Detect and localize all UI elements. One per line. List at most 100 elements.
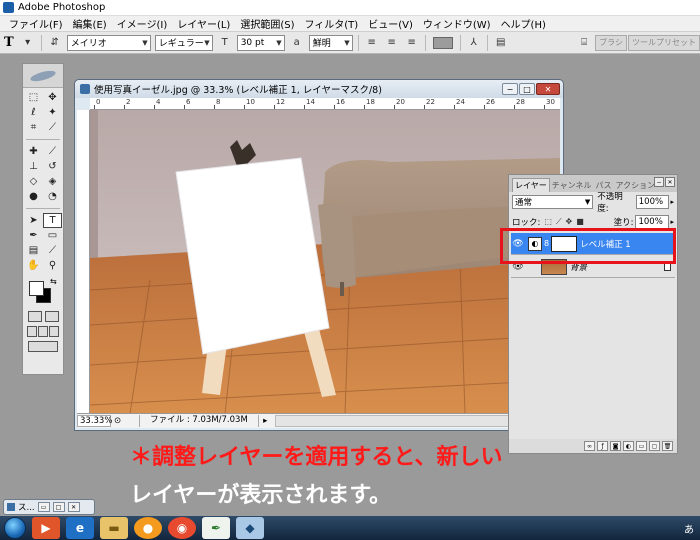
media-player-icon[interactable]: ▶ [32, 517, 60, 539]
image-canvas[interactable] [90, 110, 560, 414]
antialias-select[interactable]: 鮮明 ▼ [308, 34, 353, 51]
status-menu-icon[interactable]: ⊙ [114, 416, 121, 426]
foreground-color-swatch[interactable] [29, 281, 44, 296]
restore-button[interactable]: ▭ [37, 502, 50, 512]
new-layer-icon[interactable]: ▢ [649, 441, 660, 451]
fill-input[interactable]: 100% [635, 215, 670, 229]
tab-layers[interactable]: レイヤー [512, 178, 550, 192]
opacity-arrow-icon[interactable]: ▸ [670, 198, 674, 206]
blend-mode-select[interactable]: 通常 ▼ [512, 195, 594, 209]
layer-row-levels[interactable]: 👁 ◐ 8 レベル補正 1 [511, 233, 675, 255]
chain-link-icon[interactable]: 8 [544, 239, 549, 248]
hand-tool-icon[interactable]: ✋ [24, 258, 43, 273]
jump-to-imageready-button[interactable] [28, 341, 58, 352]
text-tool-preset-button[interactable]: T [0, 35, 18, 50]
eye-icon[interactable]: 👁 [511, 260, 525, 274]
history-brush-tool-icon[interactable]: ↺ [43, 159, 62, 174]
explorer-folder-icon[interactable]: ▬ [100, 517, 128, 539]
font-style-select[interactable]: レギュラー ▼ [154, 34, 213, 51]
swap-colors-icon[interactable]: ⇆ [50, 277, 57, 286]
app-orange-icon[interactable]: ● [134, 517, 162, 539]
photoshop-taskbar-icon[interactable]: ◆ [236, 517, 264, 539]
standard-mode-button[interactable] [27, 311, 42, 322]
menu-view[interactable]: ビュー(V) [363, 16, 418, 31]
horizontal-ruler[interactable]: 0 2 4 6 8 10 12 14 16 18 20 22 24 26 28 30 [90, 98, 560, 110]
chrome-icon[interactable]: ◉ [168, 517, 196, 539]
type-tool-icon[interactable]: T [43, 213, 62, 228]
rectangle-tool-icon[interactable]: ▭ [43, 228, 62, 243]
lock-all-icon[interactable]: ■ [576, 217, 584, 227]
layer-mask-thumbnail[interactable] [551, 235, 578, 252]
character-panel-icon[interactable]: ▤ [494, 36, 508, 50]
minimized-document-window[interactable]: ス... ▭ □ ✕ [3, 499, 95, 515]
close-button[interactable]: ✕ [67, 502, 80, 512]
align-center-icon[interactable]: ≡ [385, 36, 399, 50]
notes-tool-icon[interactable]: ▤ [24, 243, 43, 258]
lasso-tool-icon[interactable]: ℓ [24, 105, 43, 120]
dropdown-arrow-icon[interactable]: ▾ [21, 36, 35, 50]
tab-tool-presets[interactable]: ツールプリセット [628, 34, 700, 51]
menu-select[interactable]: 選択範囲(S) [235, 16, 299, 31]
menu-filter[interactable]: フィルタ(T) [299, 16, 363, 31]
menu-help[interactable]: ヘルプ(H) [496, 16, 551, 31]
new-group-icon[interactable]: ▭ [636, 441, 647, 451]
close-button[interactable]: ✕ [536, 83, 560, 95]
zoom-tool-icon[interactable]: ⚲ [43, 258, 62, 273]
tab-paths[interactable]: パス [594, 179, 614, 192]
panel-close-button[interactable]: ✕ [665, 177, 675, 187]
tab-brushes[interactable]: ブラシ [595, 34, 627, 51]
menu-layer[interactable]: レイヤー(L) [172, 16, 235, 31]
start-button[interactable] [4, 517, 26, 539]
warp-text-icon[interactable]: ⅄ [467, 36, 481, 50]
text-color-swatch[interactable] [432, 36, 453, 49]
pen-tool-icon[interactable]: ✒ [24, 228, 43, 243]
dodge-tool-icon[interactable]: ◔ [43, 189, 62, 204]
minimize-button[interactable]: − [502, 83, 518, 95]
healing-brush-tool-icon[interactable]: ✚ [24, 144, 43, 159]
quick-mask-mode-button[interactable] [44, 311, 59, 322]
brush-tool-icon[interactable]: ⟋ [43, 144, 62, 159]
zoom-level[interactable]: 33.33% [77, 415, 112, 427]
eye-icon[interactable]: 👁 [511, 237, 525, 251]
crop-tool-icon[interactable]: ⌗ [24, 120, 43, 135]
screen-mode-menu-button[interactable] [37, 326, 48, 337]
document-title-bar[interactable]: 使用写真イーゼル.jpg @ 33.3% (レベル補正 1, レイヤーマスク/8… [75, 80, 563, 98]
pen-app-icon[interactable]: ✒ [202, 517, 230, 539]
vertical-ruler[interactable] [77, 110, 90, 414]
slice-tool-icon[interactable]: ⟋ [43, 120, 62, 135]
screen-mode-full-button[interactable] [49, 326, 60, 337]
ime-indicator[interactable]: あ [684, 521, 700, 536]
maximize-button[interactable]: □ [519, 83, 535, 95]
path-selection-tool-icon[interactable]: ➤ [24, 213, 43, 228]
opacity-input[interactable]: 100% [635, 195, 670, 209]
menu-image[interactable]: イメージ(I) [112, 16, 173, 31]
maximize-button[interactable]: □ [52, 502, 65, 512]
file-browser-icon[interactable]: ⌸ [577, 36, 591, 50]
paint-bucket-tool-icon[interactable]: ◈ [43, 174, 62, 189]
magic-wand-tool-icon[interactable]: ✦ [43, 105, 62, 120]
align-right-icon[interactable]: ≡ [405, 36, 419, 50]
eyedropper-tool-icon[interactable]: ⟋ [43, 243, 62, 258]
marquee-tool-icon[interactable]: ⬚ [24, 90, 43, 105]
screen-mode-standard-button[interactable] [26, 326, 37, 337]
font-size-select[interactable]: 30 pt ▼ [236, 34, 285, 51]
lock-pixels-icon[interactable]: ⟋ [556, 217, 562, 227]
font-family-select[interactable]: メイリオ ▼ [66, 34, 151, 51]
text-orientation-icon[interactable]: ⇵ [48, 36, 62, 50]
panel-minimize-button[interactable]: − [654, 177, 664, 187]
blur-tool-icon[interactable]: ● [24, 189, 43, 204]
tab-channels[interactable]: チャンネル [550, 179, 594, 192]
trash-icon[interactable]: 🗑 [662, 441, 673, 451]
lock-transparency-icon[interactable]: ⬚ [544, 217, 552, 227]
menu-window[interactable]: ウィンドウ(W) [418, 16, 496, 31]
layer-row-background[interactable]: 👁 背景 [511, 256, 675, 278]
fill-arrow-icon[interactable]: ▸ [670, 218, 674, 226]
tab-actions[interactable]: アクション [614, 179, 658, 192]
status-arrow-icon[interactable]: ▸ [263, 416, 267, 426]
eraser-tool-icon[interactable]: ◇ [24, 174, 43, 189]
clone-stamp-tool-icon[interactable]: ⊥ [24, 159, 43, 174]
menu-edit[interactable]: 編集(E) [68, 16, 112, 31]
menu-file[interactable]: ファイル(F) [4, 16, 68, 31]
align-left-icon[interactable]: ≡ [365, 36, 379, 50]
internet-explorer-icon[interactable]: e [66, 517, 94, 539]
